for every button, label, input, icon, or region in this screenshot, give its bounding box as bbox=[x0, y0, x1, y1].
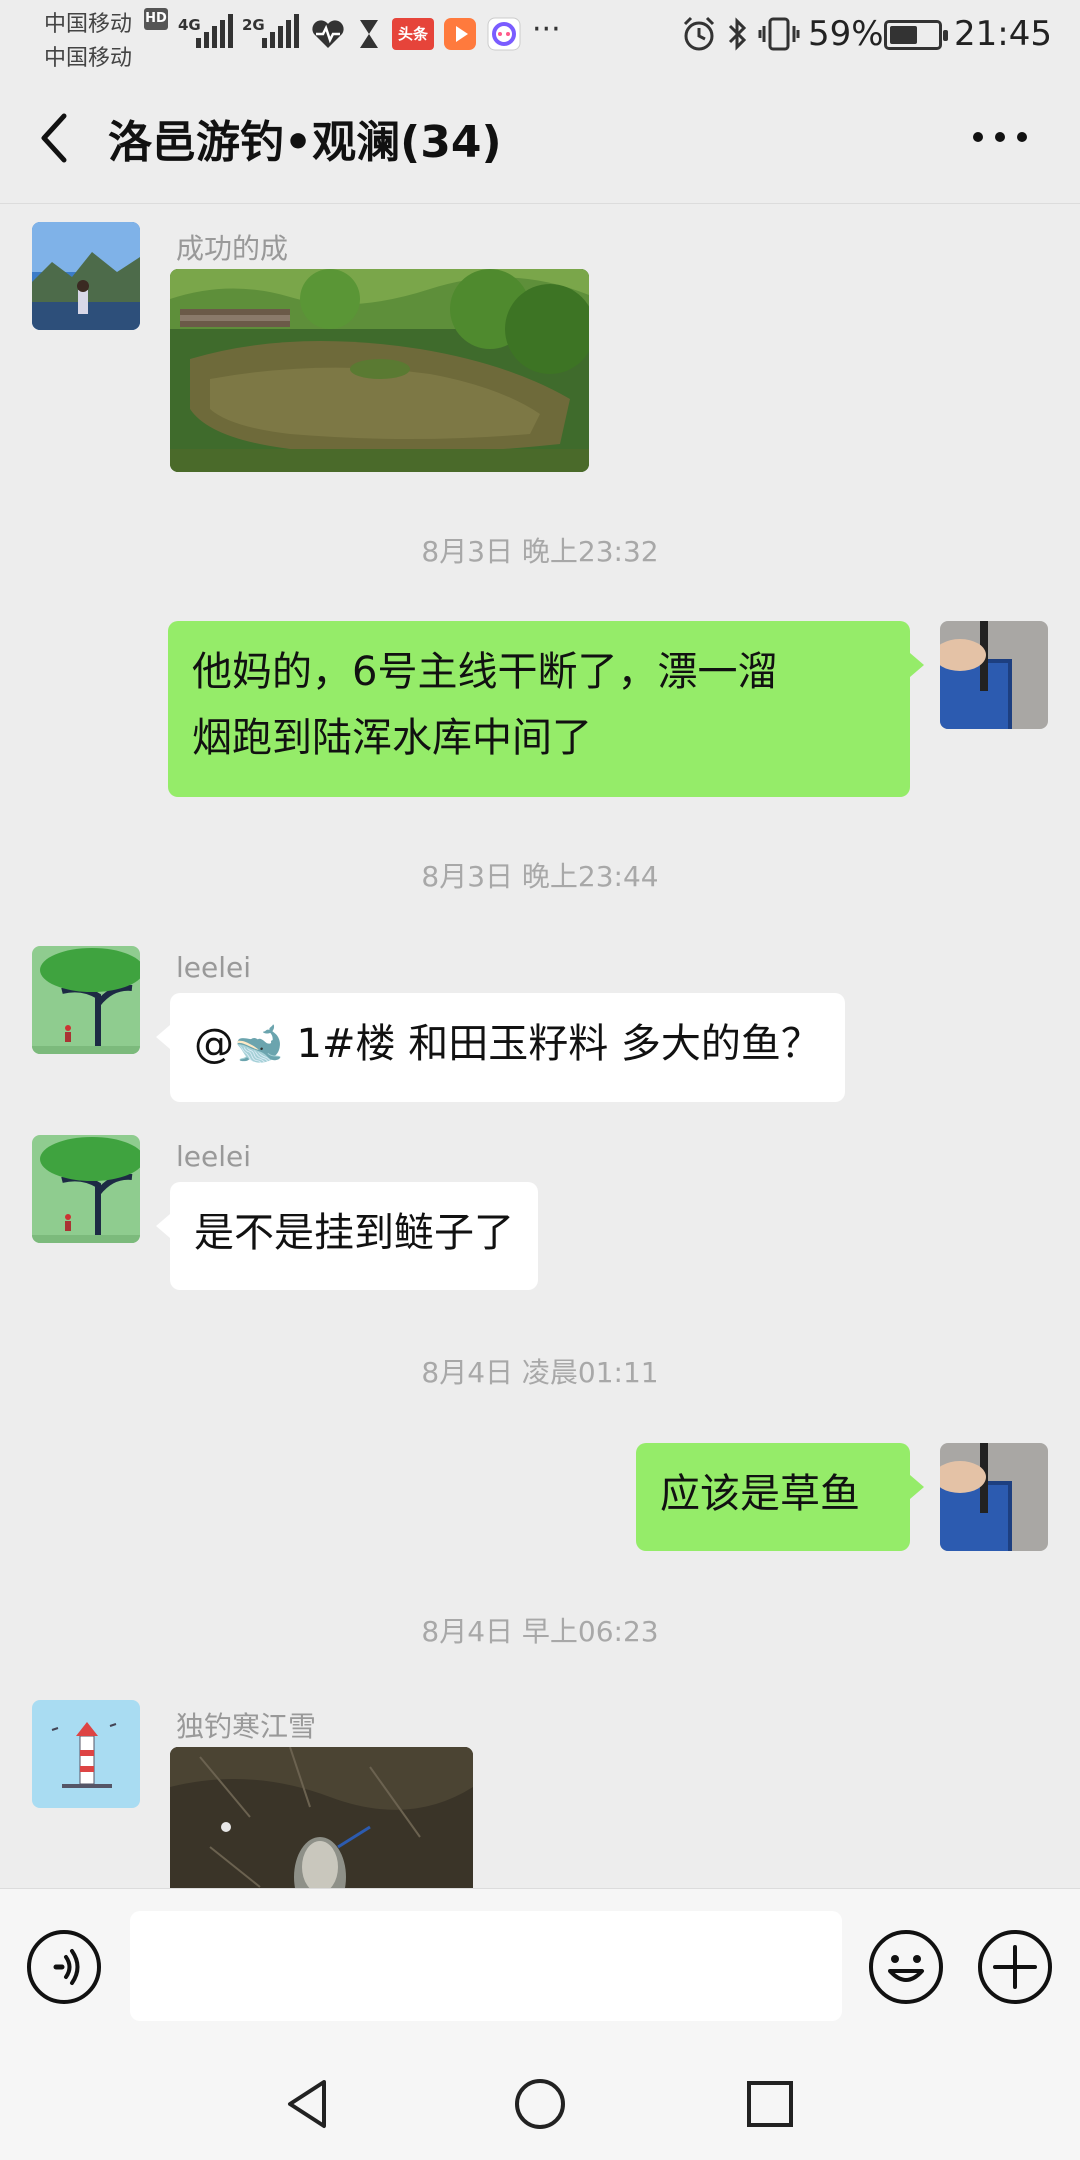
timestamp: 8月3日 晚上23:44 bbox=[421, 860, 659, 893]
clock-time: 21:45 bbox=[954, 14, 1052, 54]
message-input-bar bbox=[0, 1888, 1080, 2038]
signal-icon-1 bbox=[196, 14, 233, 48]
message-bubble-received[interactable]: @🐋 1#楼 和田玉籽料 多大的鱼？ bbox=[156, 993, 845, 1102]
avatar[interactable] bbox=[32, 946, 140, 1054]
video-play-app-icon bbox=[444, 18, 476, 50]
nav-back-icon[interactable] bbox=[278, 2074, 338, 2134]
chat-header: 洛邑游钓•观澜(34) bbox=[0, 70, 1080, 204]
voice-input-icon[interactable] bbox=[26, 1929, 102, 2005]
message-bubble-sent[interactable]: 应该是草鱼 bbox=[636, 1443, 924, 1551]
add-more-icon[interactable] bbox=[977, 1929, 1053, 2005]
sender-name: leelei bbox=[176, 951, 252, 984]
message-list[interactable]: 成功的成 8月3日 晚上23:32 他妈的，6号主线干断了，漂一溜 烟跑到陆浑水… bbox=[0, 205, 1080, 1888]
notification-overflow-icon: ··· bbox=[532, 12, 561, 47]
avatar[interactable] bbox=[32, 222, 140, 330]
carrier-label-1: 中国移动 bbox=[44, 12, 133, 37]
luggage-avatar-image bbox=[940, 621, 1048, 729]
chat-title: 洛邑游钓•观澜(34) bbox=[108, 117, 502, 168]
vibrate-icon bbox=[758, 17, 800, 51]
back-arrow-icon[interactable] bbox=[34, 110, 78, 166]
more-options-icon[interactable] bbox=[970, 122, 1030, 152]
chat-app-icon bbox=[487, 17, 521, 51]
my-avatar[interactable] bbox=[940, 1443, 1048, 1551]
luggage-avatar-image bbox=[940, 1443, 1048, 1551]
nav-home-icon[interactable] bbox=[510, 2074, 570, 2134]
image-message[interactable] bbox=[170, 269, 589, 472]
battery-percent: 59% bbox=[808, 14, 884, 54]
timestamp: 8月3日 晚上23:32 bbox=[421, 535, 659, 568]
alarm-clock-icon bbox=[683, 16, 715, 51]
avatar[interactable] bbox=[32, 1135, 140, 1243]
timestamp: 8月4日 早上06:23 bbox=[421, 1615, 659, 1648]
bluetooth-icon bbox=[728, 17, 747, 51]
hourglass-icon bbox=[360, 20, 378, 48]
lighthouse-avatar-image bbox=[32, 1700, 140, 1808]
sender-name: 成功的成 bbox=[176, 232, 289, 265]
timestamp: 8月4日 凌晨01:11 bbox=[421, 1356, 659, 1389]
fishing-pond-photo bbox=[170, 269, 589, 472]
avatar[interactable] bbox=[32, 1700, 140, 1808]
message-bubble-received[interactable]: 是不是挂到鲢子了 bbox=[156, 1182, 538, 1290]
message-text-field[interactable] bbox=[130, 1911, 842, 2021]
nav-recents-icon[interactable] bbox=[740, 2074, 800, 2134]
message-bubble-sent[interactable]: 他妈的，6号主线干断了，漂一溜 烟跑到陆浑水库中间了 bbox=[168, 621, 924, 797]
sender-name: leelei bbox=[176, 1140, 252, 1173]
signal-icon-2 bbox=[262, 14, 299, 48]
my-avatar[interactable] bbox=[940, 621, 1048, 729]
tree-avatar-image bbox=[32, 1135, 140, 1243]
toutiao-app-icon: 头条 bbox=[392, 18, 434, 50]
caught-fish-photo bbox=[170, 1747, 473, 1888]
tree-avatar-image bbox=[32, 946, 140, 1054]
carrier-label-2: 中国移动 bbox=[44, 46, 133, 71]
health-heart-icon bbox=[312, 20, 344, 48]
status-bar: 中国移动 中国移动 HD 4G 2G 头条 ··· 59% 21:45 bbox=[0, 0, 1080, 71]
landscape-avatar-image bbox=[32, 222, 140, 330]
sender-name: 独钓寒江雪 bbox=[176, 1710, 317, 1743]
battery-icon bbox=[884, 20, 948, 50]
emoji-icon[interactable] bbox=[868, 1929, 944, 2005]
image-message[interactable] bbox=[170, 1747, 473, 1888]
system-nav-bar bbox=[0, 2038, 1080, 2160]
hd-badge: HD bbox=[144, 8, 168, 30]
